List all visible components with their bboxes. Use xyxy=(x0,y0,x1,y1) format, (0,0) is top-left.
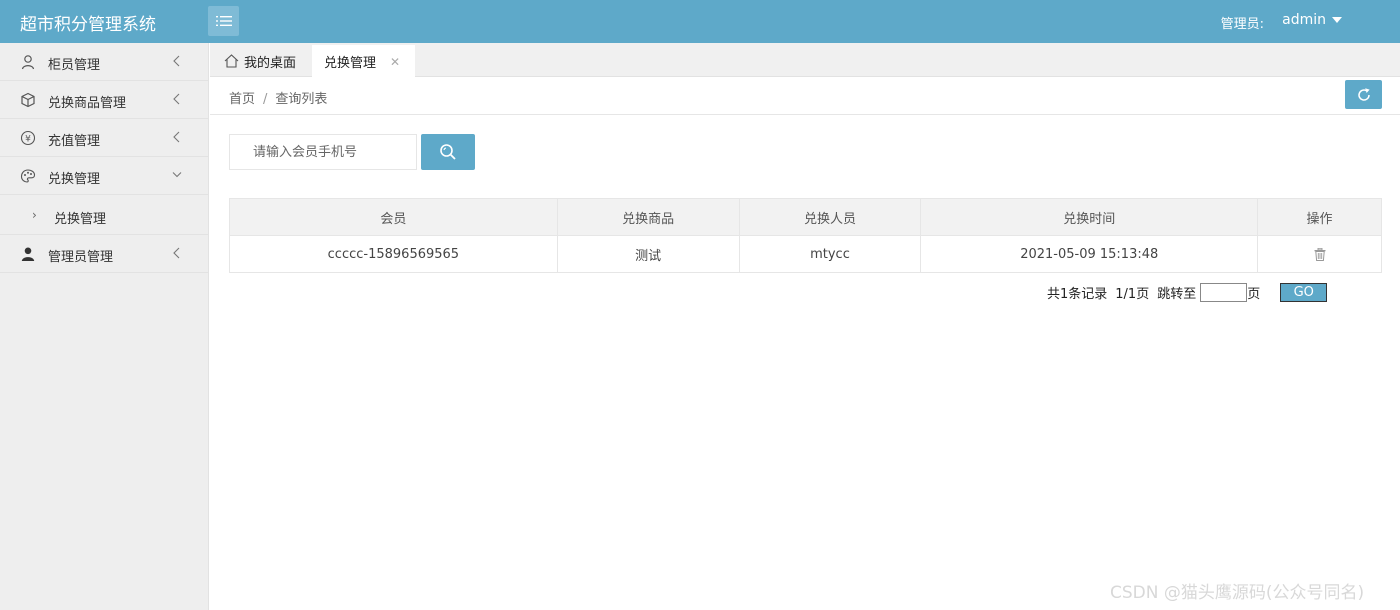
table-row: ccccc-15896569565 测试 mtycc 2021-05-09 15… xyxy=(229,235,1382,273)
column-header-member: 会员 xyxy=(229,198,558,236)
top-header: 超市积分管理系统 管理员: admin xyxy=(0,0,1400,43)
tab-label: 兑换管理 xyxy=(324,55,377,71)
chevron-right-icon: › xyxy=(32,208,37,222)
user-solid-icon xyxy=(21,247,35,261)
chevron-left-icon xyxy=(173,131,180,143)
sidebar-item-label: 柜员管理 xyxy=(48,58,101,73)
svg-text:¥: ¥ xyxy=(25,134,31,144)
sidebar-item-product[interactable]: 兑换商品管理 xyxy=(0,81,208,119)
palette-icon xyxy=(20,169,36,183)
breadcrumb-current: 查询列表 xyxy=(275,92,328,107)
sidebar-item-admin[interactable]: 管理员管理 xyxy=(0,235,208,273)
chevron-left-icon xyxy=(173,247,180,259)
chevron-left-icon xyxy=(173,93,180,105)
jump-page-input[interactable] xyxy=(1200,282,1248,302)
tab-desktop[interactable]: 我的桌面 xyxy=(224,45,296,77)
watermark: CSDN @猫头鹰源码(公众号同名) xyxy=(1110,583,1365,603)
sidebar-item-exchange[interactable]: 兑换管理 xyxy=(0,157,208,195)
column-header-operator: 兑换人员 xyxy=(738,198,922,236)
tab-bar: 我的桌面 兑换管理 ✕ xyxy=(210,43,1400,77)
breadcrumb-separator: / xyxy=(263,92,268,107)
sidebar-subitem-exchange[interactable]: › 兑换管理 xyxy=(0,195,208,235)
go-button[interactable]: GO xyxy=(1280,282,1328,302)
column-header-product: 兑换商品 xyxy=(556,198,740,236)
menu-toggle-button[interactable] xyxy=(208,6,239,36)
total-records: 共1条记录 xyxy=(1047,286,1108,302)
caret-down-icon xyxy=(1332,17,1342,23)
admin-role-label: 管理员: xyxy=(1220,17,1264,32)
cell-operator: mtycc xyxy=(738,235,922,273)
cell-product: 测试 xyxy=(556,235,740,273)
trash-icon[interactable] xyxy=(1314,247,1326,261)
page-indicator: 1/1页 xyxy=(1115,286,1150,302)
admin-name: admin xyxy=(1282,12,1326,28)
cell-member: ccccc-15896569565 xyxy=(229,235,558,273)
home-icon xyxy=(224,54,239,68)
sidebar-item-recharge[interactable]: ¥ 充值管理 xyxy=(0,119,208,157)
phone-search-input[interactable] xyxy=(229,134,417,170)
tab-exchange[interactable]: 兑换管理 ✕ xyxy=(312,45,415,77)
breadcrumb-bar: 首页 / 查询列表 xyxy=(210,77,1400,115)
list-icon xyxy=(215,16,232,26)
cell-action xyxy=(1257,235,1382,273)
table-header-row: 会员 兑换商品 兑换人员 兑换时间 操作 xyxy=(229,198,1382,236)
yen-circle-icon: ¥ xyxy=(20,130,36,146)
page-suffix: 页 xyxy=(1247,286,1261,302)
exchange-table: 会员 兑换商品 兑换人员 兑换时间 操作 ccccc-15896569565 测… xyxy=(229,198,1382,273)
sidebar-item-label: 兑换管理 xyxy=(54,212,107,227)
column-header-time: 兑换时间 xyxy=(920,198,1259,236)
column-header-action: 操作 xyxy=(1257,198,1382,236)
refresh-button[interactable] xyxy=(1345,80,1382,109)
search-button[interactable] xyxy=(421,134,475,170)
refresh-icon xyxy=(1357,87,1370,101)
chevron-down-icon xyxy=(172,172,182,178)
sidebar: 柜员管理 兑换商品管理 ¥ 充值管理 兑换管理 › 兑换管理 管理员管理 xyxy=(0,43,209,610)
admin-menu[interactable]: admin xyxy=(1282,12,1342,28)
sidebar-item-label: 兑换商品管理 xyxy=(48,96,127,111)
jump-label: 跳转至 xyxy=(1157,286,1197,302)
cell-time: 2021-05-09 15:13:48 xyxy=(920,235,1259,273)
breadcrumb: 首页 / 查询列表 xyxy=(229,88,327,107)
search-icon xyxy=(440,144,456,160)
tab-label: 我的桌面 xyxy=(244,55,297,71)
app-title: 超市积分管理系统 xyxy=(20,15,156,35)
user-outline-icon xyxy=(21,55,35,70)
close-icon[interactable]: ✕ xyxy=(390,55,400,69)
sidebar-item-teller[interactable]: 柜员管理 xyxy=(0,43,208,81)
sidebar-item-label: 管理员管理 xyxy=(48,250,114,265)
breadcrumb-home[interactable]: 首页 xyxy=(229,92,255,107)
pagination: 共1条记录 1/1页 跳转至 页 GO xyxy=(1047,282,1328,302)
cube-icon xyxy=(21,92,35,108)
chevron-left-icon xyxy=(173,55,180,67)
sidebar-item-label: 充值管理 xyxy=(48,134,101,149)
sidebar-item-label: 兑换管理 xyxy=(48,172,101,187)
